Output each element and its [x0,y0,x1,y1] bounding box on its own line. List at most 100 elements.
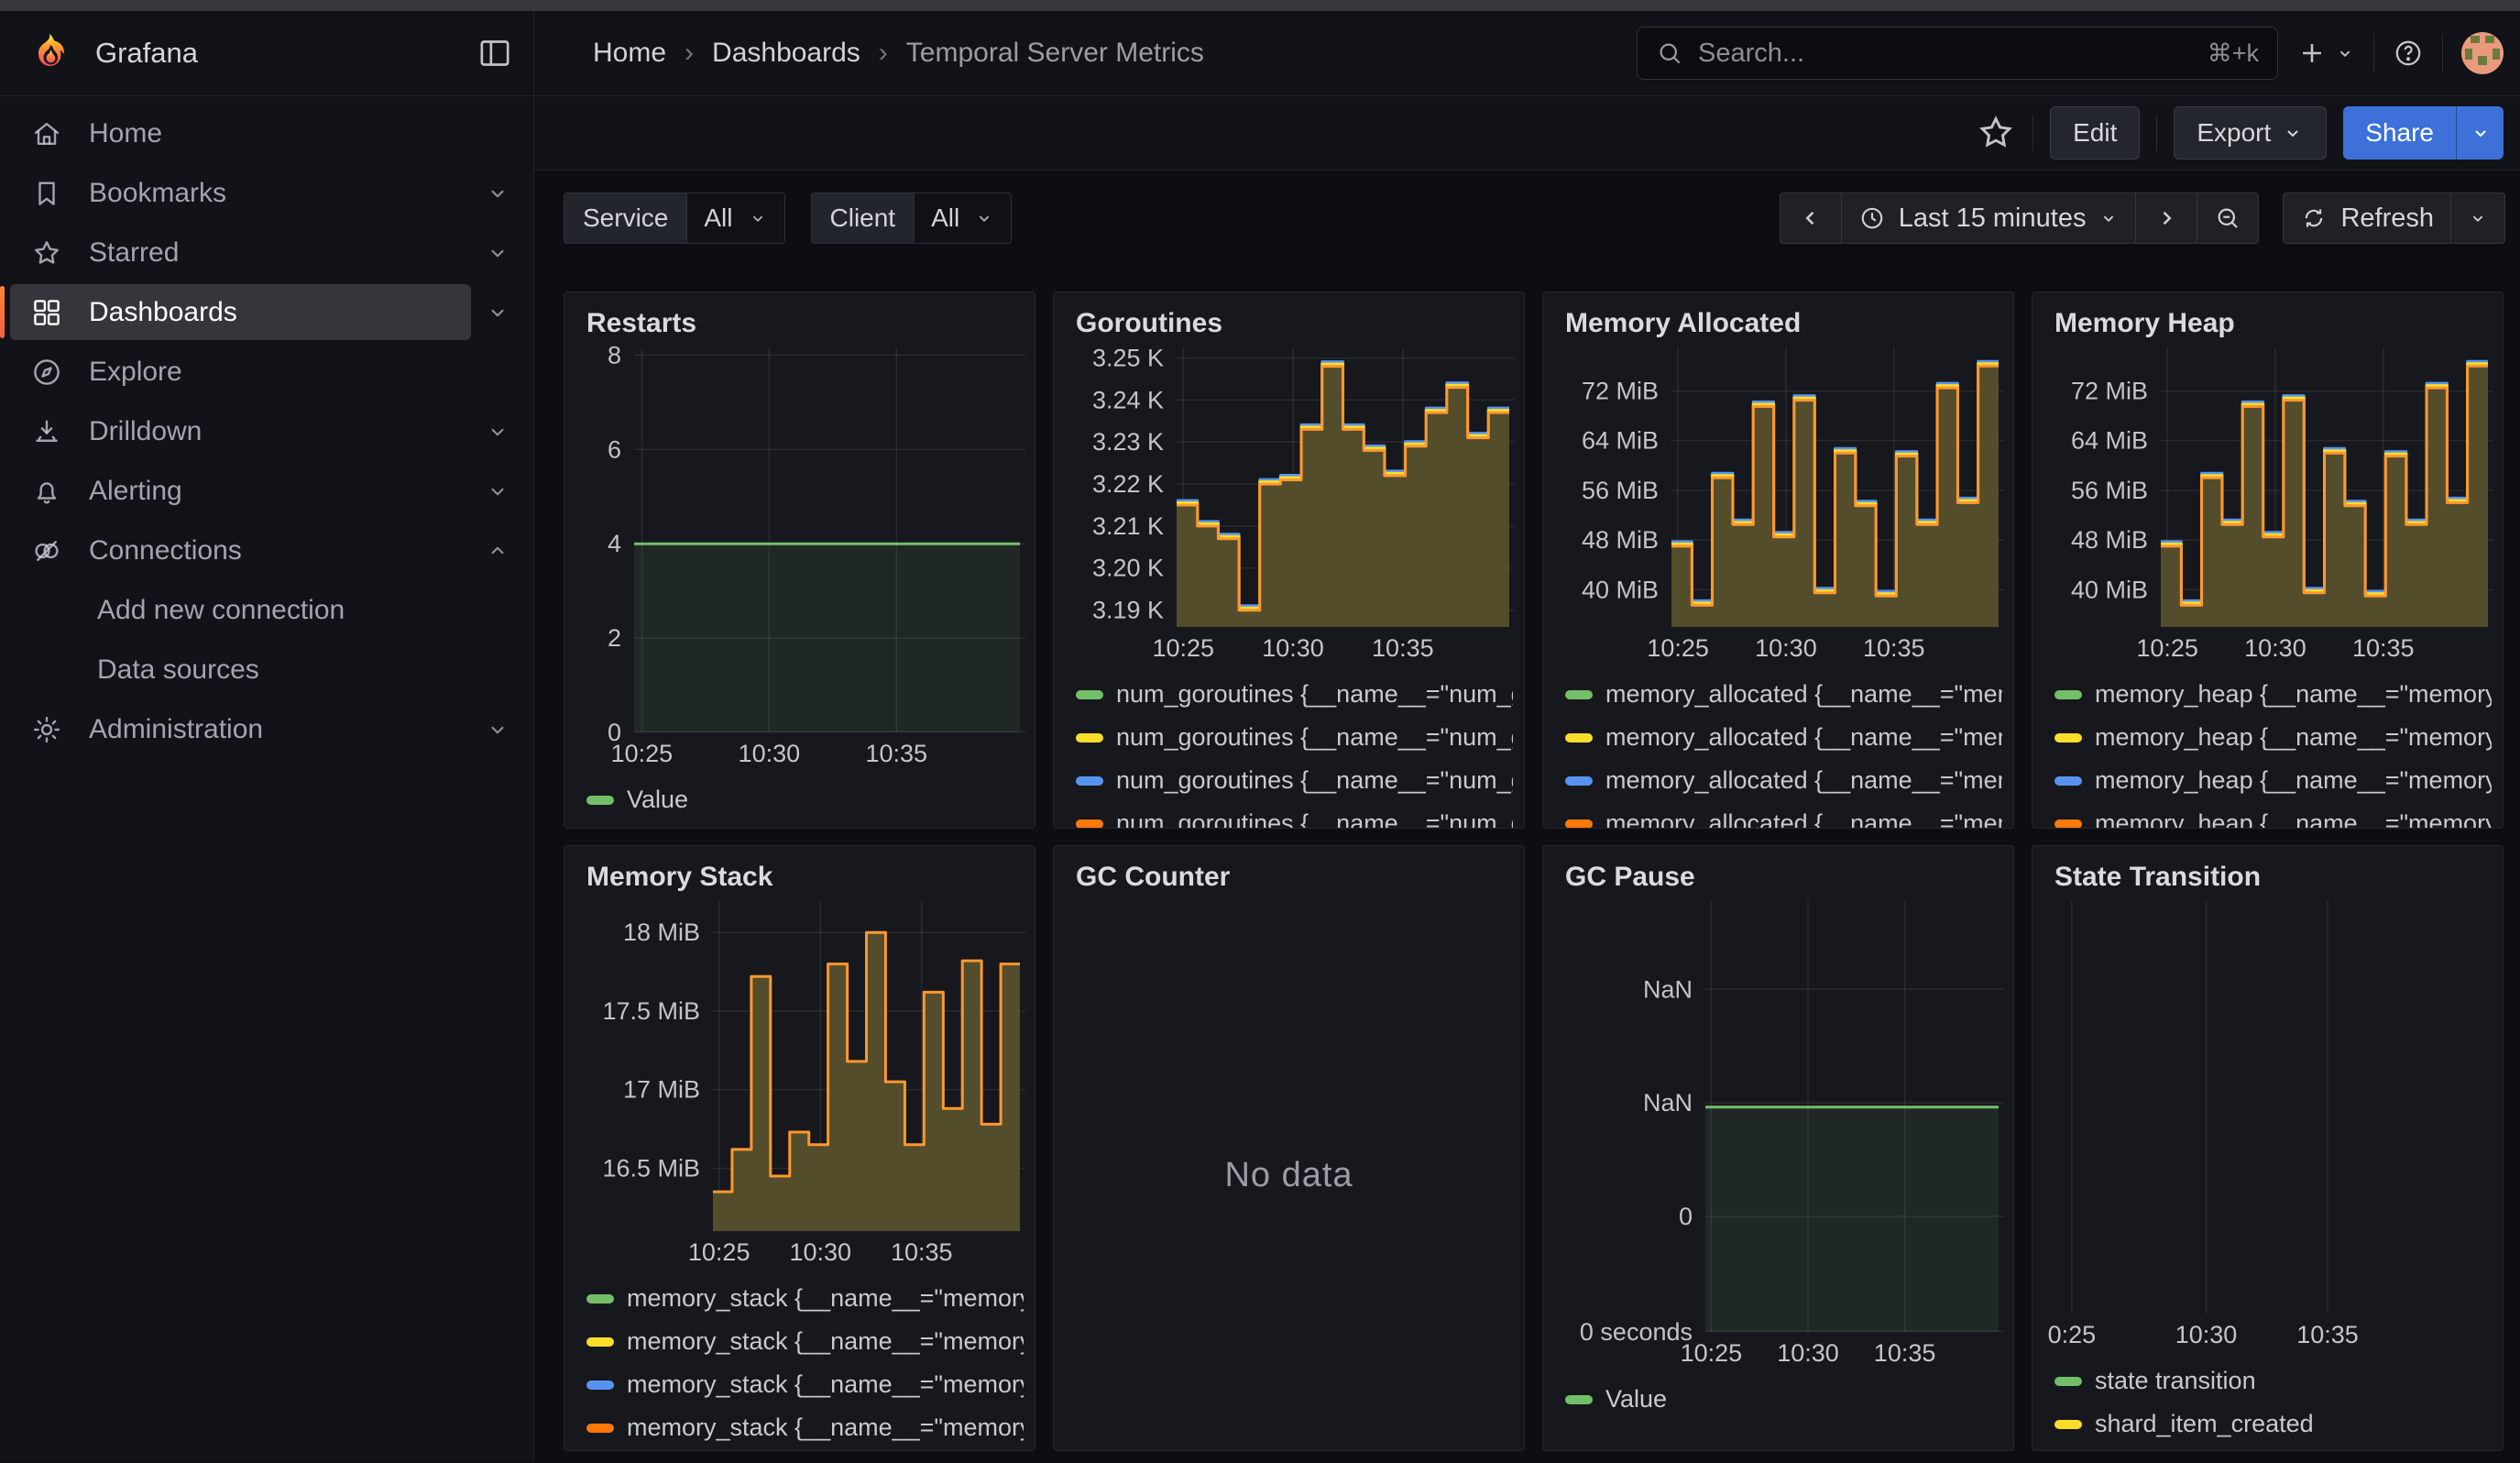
client-filter[interactable]: Client All [811,192,1013,244]
refresh-button[interactable]: Refresh [2284,193,2450,243]
sidebar-item-dashboards[interactable]: Dashboards [0,282,533,342]
sidebar-link[interactable]: Add new connection [10,582,471,638]
search-box[interactable]: ⌘+k [1637,27,2278,80]
legend-item[interactable]: memory_stack {__name__="memory_s [586,1363,1024,1406]
sidebar-item-administration[interactable]: Administration [0,699,533,759]
sidebar-item-connections[interactable]: Connections [0,521,533,580]
chevron-down-icon [748,208,768,228]
panel-title[interactable]: Goroutines [1065,300,1513,347]
legend-item[interactable]: Value [1565,1378,2002,1421]
chevron-down-icon [2282,122,2304,144]
share-button[interactable]: Share [2343,106,2456,160]
svg-text:72 MiB: 72 MiB [2071,378,2148,405]
legend-item[interactable]: num_goroutines {__name__="num_go [1076,716,1513,759]
svg-text:56 MiB: 56 MiB [1582,477,1659,504]
sidebar-item-alerting[interactable]: Alerting [0,461,533,521]
sidebar-link[interactable]: Drilldown [10,403,471,459]
legend-item[interactable]: num_goroutines {__name__="num_go [1076,802,1513,828]
chevron-down-icon[interactable] [471,223,524,282]
panel-title[interactable]: Memory Stack [575,853,1024,901]
pane-toggle-icon[interactable] [477,35,513,72]
time-range-picker[interactable]: Last 15 minutes [1841,193,2136,243]
legend-item[interactable]: memory_allocated {__name__="memo [1565,759,2002,802]
sidebar-item-explore[interactable]: Explore [0,342,533,402]
legend-item[interactable]: memory_heap {__name__="memory_h [2054,673,2492,716]
legend-item[interactable]: num_goroutines {__name__="num_go [1076,673,1513,716]
chart[interactable]: 18 MiB17.5 MiB17 MiB16.5 MiB [575,901,1025,1231]
sidebar-link[interactable]: Explore [10,344,471,400]
chart[interactable]: 72 MiB64 MiB56 MiB48 MiB40 MiB [1554,347,2004,627]
sidebar-link[interactable]: Home [10,105,471,161]
breadcrumb-item-home[interactable]: Home [593,38,666,69]
sidebar-item-data-sources[interactable]: Data sources [0,640,533,699]
panel-title[interactable]: Memory Heap [2043,300,2492,347]
service-filter[interactable]: Service All [564,192,785,244]
share-menu-button[interactable] [2456,106,2504,160]
sidebar-item-starred[interactable]: Starred [0,223,533,282]
search-input[interactable] [1698,38,2193,69]
legend-item[interactable]: Value [586,778,1024,821]
sidebar-item-drilldown[interactable]: Drilldown [0,402,533,461]
zoom-out-button[interactable] [2197,193,2258,243]
x-tick-label: 0:25 [2048,1321,2097,1349]
chart[interactable]: 86420 [575,347,1025,732]
time-shift-back-button[interactable] [1780,193,1841,243]
legend-item[interactable]: memory_allocated {__name__="memo [1565,716,2002,759]
sidebar-item-home[interactable]: Home [0,104,533,163]
chart[interactable] [2043,901,2493,1314]
nav-divider [2442,34,2443,72]
panel-title[interactable]: Restarts [575,300,1024,347]
sidebar-link[interactable]: Data sources [10,642,471,698]
panel-title[interactable]: State Transition [2043,853,2492,901]
sidebar-link[interactable]: Bookmarks [10,165,471,221]
panel-title[interactable]: GC Counter [1065,853,1513,901]
sidebar-item-add-new-connection[interactable]: Add new connection [0,580,533,640]
chevron-down-icon[interactable] [471,282,524,342]
sidebar-link[interactable]: Starred [10,225,471,280]
legend-item[interactable]: state transition [2054,1359,2492,1402]
chevron-down-icon[interactable] [471,163,524,223]
legend-item[interactable]: memory_allocated {__name__="memo [1565,802,2002,828]
help-button[interactable] [2393,38,2424,69]
legend-swatch [586,1294,614,1304]
add-new-button[interactable] [2296,38,2355,69]
sidebar-link[interactable]: Dashboards [10,284,471,340]
legend-item[interactable]: shard_item_created [2054,1402,2492,1446]
chart[interactable]: 72 MiB64 MiB56 MiB48 MiB40 MiB [2043,347,2493,627]
legend-item[interactable]: memory_heap {__name__="memory_h [2054,759,2492,802]
panel-title[interactable]: GC Pause [1554,853,2002,901]
legend-item[interactable]: memory_heap {__name__="memory_h [2054,802,2492,828]
svg-text:48 MiB: 48 MiB [1582,526,1659,554]
legend-item[interactable]: memory_stack {__name__="memory_s [586,1406,1024,1449]
sidebar-link[interactable]: Alerting [10,463,471,519]
svg-text:64 MiB: 64 MiB [2071,427,2148,455]
avatar[interactable] [2461,32,2504,74]
bookmark-icon [30,177,63,210]
legend-item[interactable]: num_goroutines {__name__="num_go [1076,759,1513,802]
sidebar-item-bookmarks[interactable]: Bookmarks [0,163,533,223]
chevron-up-icon[interactable] [471,521,524,580]
export-button[interactable]: Export [2174,106,2327,160]
edit-button[interactable]: Edit [2050,106,2140,160]
sidebar-link[interactable]: Connections [10,522,471,578]
refresh-interval-button[interactable] [2450,193,2504,243]
star-dashboard-button[interactable] [1976,113,2016,153]
legend-item[interactable]: memory_stack {__name__="memory_s [586,1277,1024,1320]
chart[interactable]: NaNNaN00 seconds [1554,901,2004,1332]
chevron-down-icon[interactable] [471,699,524,759]
client-filter-value[interactable]: All [914,193,1011,243]
sidebar-link[interactable]: Administration [10,701,471,757]
legend-item[interactable]: memory_allocated {__name__="memo [1565,673,2002,716]
legend-item[interactable]: memory_stack {__name__="memory_s [586,1320,1024,1363]
chevron-down-icon[interactable] [471,402,524,461]
chart[interactable]: 3.25 K3.24 K3.23 K3.22 K3.21 K3.20 K3.19… [1065,347,1515,627]
breadcrumb-item-dashboards[interactable]: Dashboards [712,38,860,69]
panel-title[interactable]: Memory Allocated [1554,300,2002,347]
share-button-group: Share [2343,106,2504,160]
chevron-down-icon[interactable] [471,461,524,521]
x-tick-label: 10:25 [688,1238,751,1267]
legend-label: state transition [2095,1367,2256,1395]
time-shift-forward-button[interactable] [2135,193,2197,243]
legend-item[interactable]: memory_heap {__name__="memory_h [2054,716,2492,759]
service-filter-value[interactable]: All [686,193,783,243]
